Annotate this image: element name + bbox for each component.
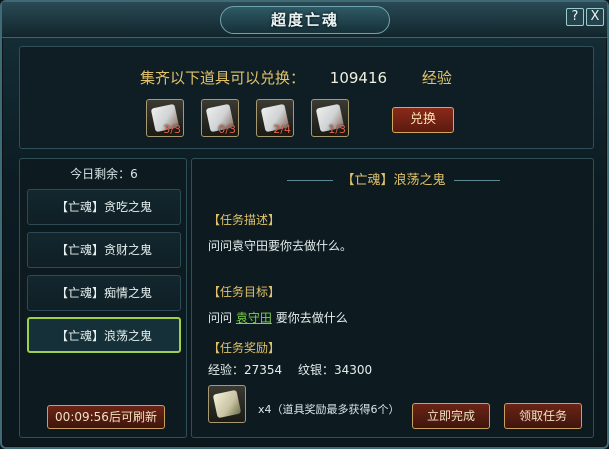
item-count: 0/3 (218, 123, 236, 136)
close-button[interactable]: X (586, 8, 604, 26)
refresh-button[interactable]: 00:09:56后可刷新 (47, 405, 165, 429)
exchange-amount: 109416 (329, 69, 388, 87)
quest-detail-panel: 【亡魂】浪荡之鬼 【任务描述】 问问袁守田要你去做什么。 【任务目标】 问问 袁… (191, 158, 594, 438)
accept-quest-button[interactable]: 领取任务 (504, 403, 582, 429)
ghost-item-lovesick[interactable]: 【亡魂】痴情之鬼 (27, 275, 181, 311)
exp-reward: 经验：27354 (208, 363, 283, 377)
quest-title: 【亡魂】浪荡之鬼 (192, 169, 595, 188)
item-slot-3[interactable]: 2/4 (256, 99, 294, 137)
item-count: 1/3 (328, 123, 346, 136)
item-slot-2[interactable]: 0/3 (201, 99, 239, 137)
silver-reward: 纹银：34300 (298, 363, 373, 377)
reward-header: 【任务奖励】 (208, 341, 281, 355)
desc-header: 【任务描述】 (208, 213, 281, 227)
ghost-item-wandering[interactable]: 【亡魂】浪荡之鬼 (27, 317, 181, 353)
ghost-redemption-window: 超度亡魂 ? X 集齐以下道具可以兑换： 109416 经验 3/3 0/3 2… (0, 0, 609, 449)
goal-text: 问问 袁守田 要你去做什么 (208, 309, 348, 326)
goal-header: 【任务目标】 (208, 285, 281, 299)
ghost-list-panel: 今日剩余：6 【亡魂】贪吃之鬼 【亡魂】贪财之鬼 【亡魂】痴情之鬼 【亡魂】浪荡… (19, 158, 187, 438)
ghost-item-gluttonous[interactable]: 【亡魂】贪吃之鬼 (27, 189, 181, 225)
item-count: 2/4 (273, 123, 291, 136)
item-slot-1[interactable]: 3/3 (146, 99, 184, 137)
exchange-unit: 经验 (421, 69, 452, 87)
desc-text: 问问袁守田要你去做什么。 (208, 239, 353, 253)
goal-prefix: 问问 (208, 311, 233, 325)
complete-now-button[interactable]: 立即完成 (412, 403, 490, 429)
reward-note: x4（道具奖励最多获得6个） (258, 403, 400, 416)
window-title: 超度亡魂 (220, 6, 390, 34)
npc-link[interactable]: 袁守田 (236, 311, 272, 325)
remaining-count: 今日剩余：6 (70, 167, 138, 181)
help-button[interactable]: ? (566, 8, 584, 26)
goal-suffix: 要你去做什么 (275, 311, 348, 325)
redeem-button[interactable]: 兑换 (392, 107, 454, 133)
title-bar: 超度亡魂 ? X (2, 2, 607, 38)
item-count: 3/3 (163, 123, 181, 136)
exchange-panel: 集齐以下道具可以兑换： 109416 经验 3/3 0/3 2/4 1/3 兑换 (19, 46, 594, 149)
exchange-line: 集齐以下道具可以兑换： 109416 经验 (140, 67, 452, 88)
scroll-icon (212, 389, 242, 419)
item-slot-4[interactable]: 1/3 (311, 99, 349, 137)
ghost-item-greedy[interactable]: 【亡魂】贪财之鬼 (27, 232, 181, 268)
exchange-prefix: 集齐以下道具可以兑换： (140, 69, 306, 87)
reward-item-slot[interactable] (208, 385, 246, 423)
